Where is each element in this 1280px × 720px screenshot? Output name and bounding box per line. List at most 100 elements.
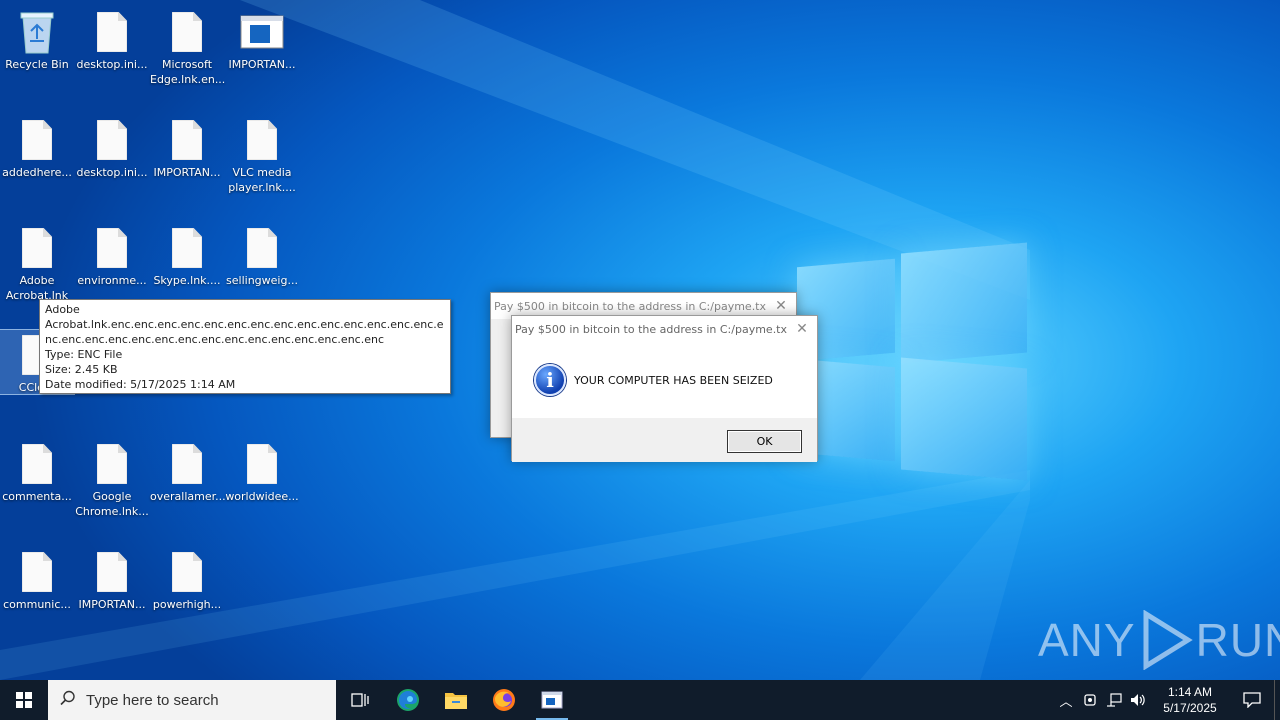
desktop-icon[interactable]: communic... [0, 547, 74, 612]
desktop-icon[interactable]: Adobe Acrobat.lnk [0, 223, 74, 303]
tooltip-size: Size: 2.45 KB [45, 363, 118, 376]
dialog-footer: OK [512, 418, 817, 462]
desktop-icon[interactable]: Microsoft Edge.lnk.en... [150, 7, 226, 87]
desktop-icon[interactable]: desktop.ini... [75, 7, 149, 72]
desktop-icon-label: desktop.ini... [76, 166, 148, 179]
desktop-icon[interactable]: addedhere... [0, 115, 74, 180]
active-window-icon [541, 691, 563, 709]
desktop-icon[interactable]: powerhigh... [150, 547, 224, 612]
tooltip-modified: Date modified: 5/17/2025 1:14 AM [45, 378, 236, 391]
desktop-icon[interactable]: VLC media player.lnk.... [225, 115, 299, 195]
desktop-icon-label: Microsoft Edge.lnk.en... [150, 58, 226, 86]
firefox-icon [493, 689, 515, 711]
desktop-icon-label: sellingweig... [226, 274, 298, 287]
ransom-dialog[interactable]: Pay $500 in bitcoin to the address in C:… [511, 315, 818, 462]
anyrun-watermark: ANY RUN [1038, 610, 1280, 670]
file-icon [75, 115, 149, 165]
desktop-icon[interactable]: worldwidee... [225, 439, 299, 504]
firefox-button[interactable] [480, 680, 528, 720]
file-icon [0, 547, 74, 597]
active-window-button[interactable] [528, 680, 576, 720]
ok-button[interactable]: OK [727, 430, 802, 453]
search-box[interactable]: Type here to search [48, 680, 336, 720]
desktop-icon-label: IMPORTAN... [78, 598, 146, 611]
windows-icon [16, 692, 32, 708]
desktop-icon[interactable]: IMPORTAN... [225, 7, 299, 72]
desktop-icon[interactable]: environme... [75, 223, 149, 288]
file-explorer-icon [445, 693, 467, 709]
show-desktop-button[interactable] [1274, 680, 1280, 720]
desktop-icon[interactable]: Google Chrome.lnk... [75, 439, 149, 519]
dialog-title: Pay $500 in bitcoin to the address in C:… [494, 299, 766, 313]
desktop-icon-label: environme... [77, 274, 147, 287]
file-explorer-button[interactable] [432, 680, 480, 720]
desktop-icon[interactable]: commenta... [0, 439, 74, 504]
file-icon [150, 439, 224, 489]
file-icon [0, 115, 74, 165]
info-icon: i [534, 364, 566, 396]
file-icon [75, 7, 149, 57]
desktop-icon-label: communic... [3, 598, 71, 611]
file-icon [150, 223, 224, 273]
dialog-titlebar[interactable]: Pay $500 in bitcoin to the address in C:… [512, 316, 817, 342]
windows-logo-pane [901, 242, 1027, 364]
window-app-icon [225, 7, 299, 57]
file-icon [150, 7, 224, 57]
desktop-icon-label: overallamer... [150, 490, 226, 503]
desktop-icon[interactable]: overallamer... [150, 439, 226, 504]
desktop[interactable]: Recycle Bin desktop.ini... Microsoft Edge.… [0, 0, 1280, 680]
close-icon[interactable]: ✕ [787, 321, 817, 337]
desktop-icon[interactable]: IMPORTAN... [75, 547, 149, 612]
tooltip-type: Type: ENC File [45, 348, 123, 361]
desktop-icon-label: addedhere... [2, 166, 72, 179]
tooltip-name-line1: Adobe [45, 303, 80, 316]
task-view-icon [351, 693, 369, 707]
recycle-bin-icon [0, 7, 74, 57]
desktop-icon[interactable]: Recycle Bin [0, 7, 74, 72]
desktop-icon-label: VLC media player.lnk.... [228, 166, 296, 194]
dialog-message: YOUR COMPUTER HAS BEEN SEIZED [574, 373, 773, 387]
watermark-text: ANY [1038, 614, 1136, 666]
file-icon [75, 223, 149, 273]
desktop-icon[interactable]: sellingweig... [225, 223, 299, 288]
desktop-icon-label: Skype.lnk.... [153, 274, 221, 287]
desktop-icon-label: Recycle Bin [5, 58, 69, 71]
system-tray: ︿ 1:14 AM 5/17/2025 [1054, 680, 1280, 720]
volume-icon[interactable] [1126, 680, 1150, 720]
file-icon [75, 547, 149, 597]
file-icon [225, 115, 299, 165]
edge-button[interactable] [384, 680, 432, 720]
clock[interactable]: 1:14 AM 5/17/2025 [1150, 684, 1230, 716]
file-icon [150, 115, 224, 165]
start-button[interactable] [0, 680, 48, 720]
file-icon [225, 223, 299, 273]
dialog-body: i YOUR COMPUTER HAS BEEN SEIZED [512, 342, 817, 418]
chevron-up-icon[interactable]: ︿ [1054, 680, 1078, 720]
file-icon [150, 547, 224, 597]
watermark-text-2: RUN [1195, 614, 1280, 666]
close-icon[interactable]: ✕ [766, 298, 796, 314]
desktop-icon-label: Google Chrome.lnk... [75, 490, 149, 518]
desktop-icon[interactable]: desktop.ini... [75, 115, 149, 180]
search-icon [60, 690, 86, 710]
desktop-icon[interactable]: IMPORTAN... [150, 115, 224, 180]
notifications-icon[interactable] [1230, 680, 1274, 720]
desktop-icon-label: powerhigh... [152, 598, 222, 611]
desktop-icon-label: IMPORTAN... [153, 166, 221, 179]
taskbar: Type here to search ︿ 1:14 AM 5/17/2025 [0, 680, 1280, 720]
desktop-icon-label: commenta... [2, 490, 72, 503]
dialog-title: Pay $500 in bitcoin to the address in C:… [515, 322, 787, 336]
desktop-icon-label: worldwidee... [225, 490, 299, 503]
clock-time: 1:14 AM [1167, 685, 1213, 699]
desktop-icon[interactable]: Skype.lnk.... [150, 223, 224, 288]
network-icon[interactable] [1102, 680, 1126, 720]
desktop-icon-label: IMPORTAN... [228, 58, 296, 71]
edge-icon [397, 689, 419, 711]
search-placeholder: Type here to search [86, 691, 219, 709]
meet-now-icon[interactable] [1078, 680, 1102, 720]
play-icon [1143, 610, 1193, 670]
file-icon [225, 439, 299, 489]
file-tooltip: Adobe Acrobat.lnk.enc.enc.enc.enc.enc.en… [39, 299, 451, 394]
task-view-button[interactable] [336, 680, 384, 720]
tooltip-name-line2: Acrobat.lnk.enc.enc.enc.enc.enc.enc.enc.… [45, 318, 444, 346]
